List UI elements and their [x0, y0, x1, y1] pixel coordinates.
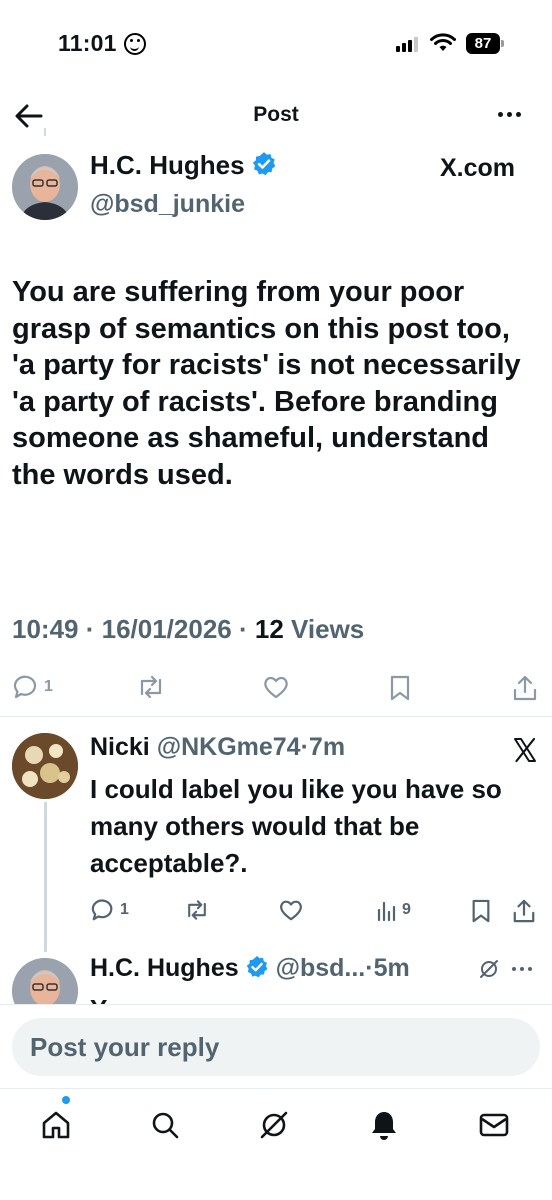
home-unread-dot	[62, 1096, 70, 1104]
reply-bookmark-button[interactable]	[470, 898, 492, 924]
post-actions: 1	[0, 674, 552, 704]
post-date: 16/01/2026	[101, 614, 232, 644]
repost-icon	[140, 675, 162, 699]
tab-home[interactable]	[36, 1105, 76, 1145]
post-meta: 10:49 · 16/01/2026 · 12 Views	[12, 614, 365, 644]
repost-button[interactable]	[136, 674, 166, 700]
post-text: You are suffering from your poor grasp o…	[12, 276, 521, 491]
more-options-icon[interactable]	[498, 112, 521, 117]
search-icon	[152, 1112, 179, 1139]
wifi-icon	[430, 33, 456, 51]
more-options-icon[interactable]	[512, 967, 532, 971]
author-name[interactable]: H.C. Hughes	[90, 150, 277, 181]
grok-icon[interactable]	[478, 958, 500, 980]
next-time: 5m	[373, 954, 410, 982]
divider	[0, 716, 552, 717]
x-logo-icon	[514, 737, 536, 763]
bookmark-button[interactable]	[388, 674, 412, 702]
focus-smiley-icon	[124, 33, 146, 55]
notifications-icon	[372, 1112, 396, 1140]
views-label: Views	[291, 614, 365, 644]
analytics-icon	[377, 901, 396, 922]
like-button[interactable]	[262, 674, 290, 700]
post-time: 10:49	[12, 614, 79, 644]
thread-line	[44, 802, 47, 952]
reply-like-button[interactable]	[278, 898, 304, 922]
reply-reply-count: 1	[120, 901, 129, 918]
reply-icon	[13, 675, 37, 699]
source-label: X.com	[440, 154, 516, 182]
verified-badge-icon	[252, 152, 275, 176]
reply-reply-button[interactable]: 1	[90, 898, 129, 922]
reply-time: 7m	[308, 733, 346, 761]
tab-search[interactable]	[145, 1105, 185, 1145]
tab-bar	[0, 1088, 552, 1200]
reply-views[interactable]: 9	[376, 898, 411, 922]
tab-messages[interactable]	[474, 1105, 514, 1145]
heart-icon	[264, 676, 288, 699]
reply-icon	[91, 899, 113, 921]
avatar[interactable]	[12, 154, 78, 220]
next-post-header[interactable]: H.C. Hughes @bsd...·5m	[90, 954, 410, 983]
next-post-text: Y	[90, 996, 107, 1004]
reply-author-name[interactable]: Nicki	[90, 733, 150, 761]
tab-notifications[interactable]	[364, 1105, 404, 1145]
home-icon	[42, 1111, 70, 1139]
bookmark-icon	[472, 899, 490, 923]
reply-button[interactable]: 1	[12, 674, 53, 700]
heart-icon	[280, 900, 302, 921]
reply-count: 1	[44, 678, 53, 695]
messages-icon	[479, 1113, 509, 1137]
next-author-name[interactable]: H.C. Hughes	[90, 954, 239, 982]
reply-author-handle[interactable]: @NKGme74	[157, 733, 301, 761]
cellular-signal-icon	[396, 36, 418, 52]
next-author-handle[interactable]: @bsd...	[276, 954, 366, 982]
reply-views-count: 9	[402, 901, 411, 918]
reply-repost-button[interactable]	[184, 898, 210, 922]
status-time: 11:01	[58, 30, 117, 56]
views-count: 12	[254, 614, 284, 644]
author-handle[interactable]: @bsd_junkie	[90, 190, 245, 219]
share-button[interactable]	[512, 674, 538, 702]
share-icon	[513, 899, 535, 923]
battery-indicator: 87	[466, 33, 500, 54]
reply-actions: 1 9	[0, 898, 552, 926]
battery-tip	[501, 40, 504, 47]
reply-text: I could label you like you have so many …	[90, 774, 502, 878]
reply-avatar[interactable]	[12, 733, 78, 799]
share-icon	[513, 675, 537, 701]
reply-input[interactable]	[12, 1018, 540, 1076]
thread-connector	[44, 128, 46, 136]
page-title: Post	[253, 103, 299, 126]
verified-badge-icon	[246, 956, 268, 978]
reply-share-button[interactable]	[512, 898, 536, 924]
next-post-icons	[478, 958, 532, 980]
bookmark-icon	[390, 675, 410, 701]
repost-icon	[188, 900, 206, 920]
tab-grok[interactable]	[254, 1105, 294, 1145]
grok-icon	[260, 1111, 288, 1139]
reply-header[interactable]: Nicki @NKGme74·7m	[90, 733, 345, 762]
